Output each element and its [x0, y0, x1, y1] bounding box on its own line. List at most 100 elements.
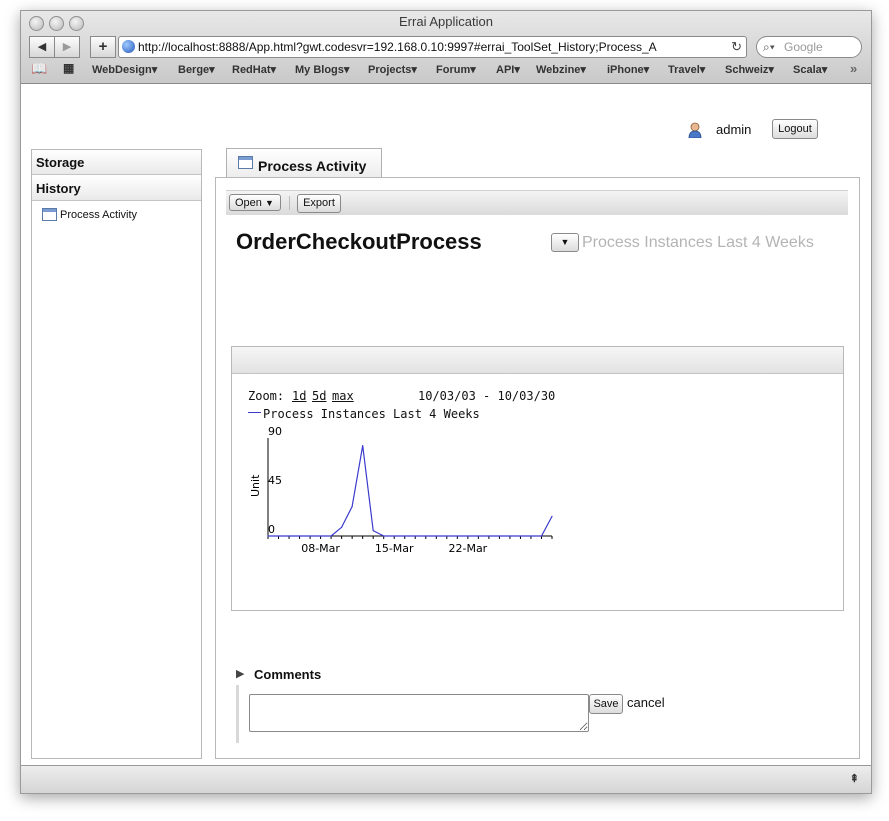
- data-point: [341, 526, 343, 528]
- data-point: [519, 535, 522, 537]
- search-placeholder: Google: [784, 40, 823, 54]
- data-point: [488, 535, 490, 537]
- y-tick-label: 45: [268, 474, 282, 487]
- tab-process-activity[interactable]: Process Activity: [226, 148, 382, 178]
- globe-icon: [122, 40, 135, 53]
- window-icon: [42, 208, 57, 221]
- bookmark-folder[interactable]: Webzine▾: [536, 63, 586, 76]
- data-point: [393, 535, 395, 537]
- chevron-down-icon: ▼: [264, 198, 274, 208]
- zoom-5d-link[interactable]: 5d: [312, 389, 326, 403]
- data-point: [372, 529, 374, 532]
- toolbar-divider: [289, 196, 290, 210]
- data-point: [540, 535, 543, 537]
- data-point: [477, 535, 479, 537]
- date-range: 10/03/03 - 10/03/30: [418, 389, 556, 403]
- search-icon: ⌕▾: [763, 40, 775, 54]
- bookmark-folder[interactable]: WebDesign▾: [92, 63, 157, 76]
- y-tick-label: 0: [268, 523, 275, 536]
- browser-toolbar: Errai Application ◀ ▶ + http://localhost…: [21, 11, 871, 84]
- data-point: [351, 506, 353, 508]
- bookmark-folder[interactable]: Scala▾: [793, 63, 827, 76]
- data-point: [425, 535, 427, 537]
- data-point: [383, 535, 385, 537]
- data-point: [404, 535, 406, 537]
- bookmark-folder[interactable]: Forum▾: [436, 63, 476, 76]
- status-bar: ⇞: [21, 765, 871, 793]
- sidebar-item-label: Process Activity: [60, 209, 138, 221]
- back-button[interactable]: ◀: [29, 36, 55, 58]
- bookmark-folder[interactable]: API▾: [496, 63, 520, 76]
- comments-label[interactable]: Comments: [254, 667, 321, 682]
- data-point: [446, 535, 448, 537]
- search-input[interactable]: ⌕▾ Google: [756, 36, 862, 58]
- bookmarks-bar: 📖 ▦ WebDesign▾ Berge▾ RedHat▾ My Blogs▾ …: [21, 60, 871, 80]
- report-dropdown-button[interactable]: ▼: [551, 233, 579, 252]
- legend-swatch: [248, 406, 262, 418]
- bookmark-folder[interactable]: Travel▾: [668, 63, 705, 76]
- logout-button[interactable]: Logout: [772, 119, 818, 139]
- bookmark-folder[interactable]: Schweiz▾: [725, 63, 774, 76]
- reload-icon[interactable]: ↻: [731, 37, 742, 57]
- data-point: [309, 535, 311, 537]
- sidebar-item-process-activity[interactable]: Process Activity: [40, 208, 200, 224]
- open-button-label: Open: [235, 197, 262, 209]
- tab-label: Process Activity: [258, 158, 367, 174]
- collapse-triangle-icon[interactable]: ▶: [236, 667, 248, 681]
- new-tab-button[interactable]: +: [90, 36, 116, 58]
- save-button[interactable]: Save: [589, 694, 623, 714]
- x-tick-label: 08-Mar: [301, 542, 340, 555]
- comments-indent-bar: [236, 685, 239, 743]
- bookmark-folder[interactable]: Berge▾: [178, 63, 215, 76]
- bookmarks-book-icon[interactable]: 📖: [31, 61, 47, 77]
- window-icon: [238, 156, 253, 169]
- chevron-down-icon: ▼: [560, 237, 570, 247]
- data-point: [456, 535, 458, 537]
- cancel-link[interactable]: cancel: [627, 695, 665, 710]
- data-point: [267, 535, 269, 537]
- data-point: [498, 535, 501, 537]
- x-tick-label: 22-Mar: [448, 542, 487, 555]
- sidebar-section-storage[interactable]: Storage: [32, 150, 201, 175]
- export-button[interactable]: Export: [297, 194, 341, 213]
- main-panel: Open ▼ Export OrderCheckoutProcess ▼ Pro…: [215, 177, 860, 759]
- comment-input[interactable]: [249, 694, 589, 732]
- bookmark-folder[interactable]: My Blogs▾: [295, 63, 349, 76]
- forward-button[interactable]: ▶: [54, 36, 80, 58]
- data-point: [509, 535, 511, 537]
- bookmark-folder[interactable]: iPhone▾: [607, 63, 649, 76]
- series-line: [268, 445, 553, 537]
- data-point: [467, 535, 469, 537]
- y-axis-label: Unit: [249, 474, 262, 497]
- chart-panel: Zoom: 1d 5d max 10/03/03 - 10/03/30 Proc…: [231, 346, 844, 611]
- zoom-max-link[interactable]: max: [332, 389, 354, 403]
- zoom-1d-link[interactable]: 1d: [292, 389, 306, 403]
- x-tick-label: 15-Mar: [375, 542, 414, 555]
- legend-label: Process Instances Last 4 Weeks: [263, 407, 480, 421]
- process-title: OrderCheckoutProcess: [236, 229, 482, 254]
- bookmark-folder[interactable]: Projects▾: [368, 63, 417, 76]
- data-point: [362, 445, 364, 447]
- process-toolbar: Open ▼ Export: [226, 190, 848, 215]
- sidebar-section-history[interactable]: History: [32, 176, 201, 201]
- address-bar[interactable]: http://localhost:8888/App.html?gwt.codes…: [118, 36, 747, 58]
- zoom-label: Zoom:: [248, 389, 285, 403]
- window-title: Errai Application: [399, 14, 493, 29]
- top-sites-grid-icon[interactable]: ▦: [63, 61, 74, 75]
- bookmark-folder[interactable]: RedHat▾: [232, 63, 276, 76]
- bookmarks-overflow-button[interactable]: »: [850, 61, 857, 76]
- open-menu-button[interactable]: Open ▼: [229, 194, 281, 211]
- y-tick-label: 90: [268, 425, 282, 438]
- user-icon: [688, 122, 702, 139]
- data-point: [435, 535, 437, 537]
- data-point: [288, 535, 290, 537]
- data-point: [330, 535, 332, 537]
- username-label: admin: [716, 122, 752, 137]
- app-content: admin Logout Storage History Process Act…: [21, 84, 871, 764]
- data-point: [319, 535, 322, 537]
- data-point: [277, 535, 280, 537]
- chart-panel-header: [232, 347, 843, 374]
- scroll-top-icon[interactable]: ⇞: [850, 772, 859, 785]
- sidebar: Storage History Process Activity: [31, 149, 202, 759]
- url-text: http://localhost:8888/App.html?gwt.codes…: [138, 40, 657, 54]
